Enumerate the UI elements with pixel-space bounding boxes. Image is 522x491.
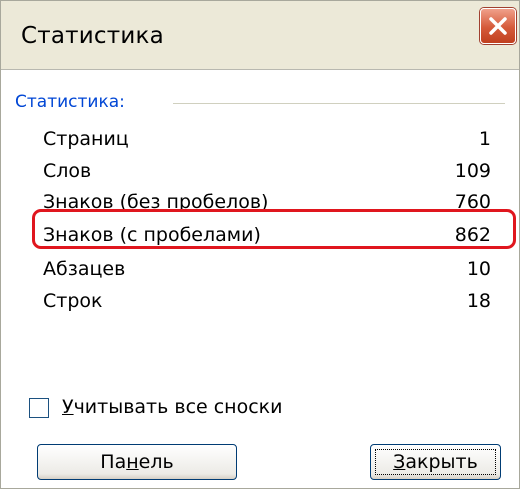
stat-value: 109 bbox=[454, 160, 491, 182]
title-bar[interactable]: Статистика bbox=[1, 1, 519, 69]
group-divider bbox=[173, 103, 505, 104]
panel-button[interactable]: Панель bbox=[37, 444, 237, 480]
highlight-annotation bbox=[32, 209, 516, 249]
stat-row-pages: Страниц 1 bbox=[43, 124, 491, 156]
close-icon bbox=[489, 17, 507, 35]
stat-row-lines: Строк 18 bbox=[43, 286, 491, 318]
stat-label: Страниц bbox=[43, 128, 129, 150]
stat-label: Слов bbox=[43, 160, 92, 182]
statistics-dialog: Статистика Статистика: Страниц 1 Слов 10… bbox=[0, 0, 520, 489]
stat-row-paragraphs: Абзацев 10 bbox=[43, 254, 491, 286]
stat-value: 1 bbox=[478, 128, 491, 150]
group-label: Статистика: bbox=[15, 92, 125, 112]
dialog-body: Статистика: Страниц 1 Слов 109 Знаков (б… bbox=[1, 69, 519, 488]
window-title: Статистика bbox=[21, 23, 164, 49]
include-footnotes-label[interactable]: Учитывать все сноски bbox=[62, 396, 283, 418]
close-window-button[interactable] bbox=[480, 8, 516, 44]
close-button[interactable]: Закрыть bbox=[370, 444, 501, 480]
stat-value: 10 bbox=[466, 258, 491, 280]
stat-row-words: Слов 109 bbox=[43, 156, 491, 188]
stat-value: 18 bbox=[466, 290, 491, 312]
stat-label: Строк bbox=[43, 290, 103, 312]
include-footnotes-checkbox[interactable] bbox=[29, 398, 49, 418]
stat-label: Абзацев bbox=[43, 258, 126, 280]
